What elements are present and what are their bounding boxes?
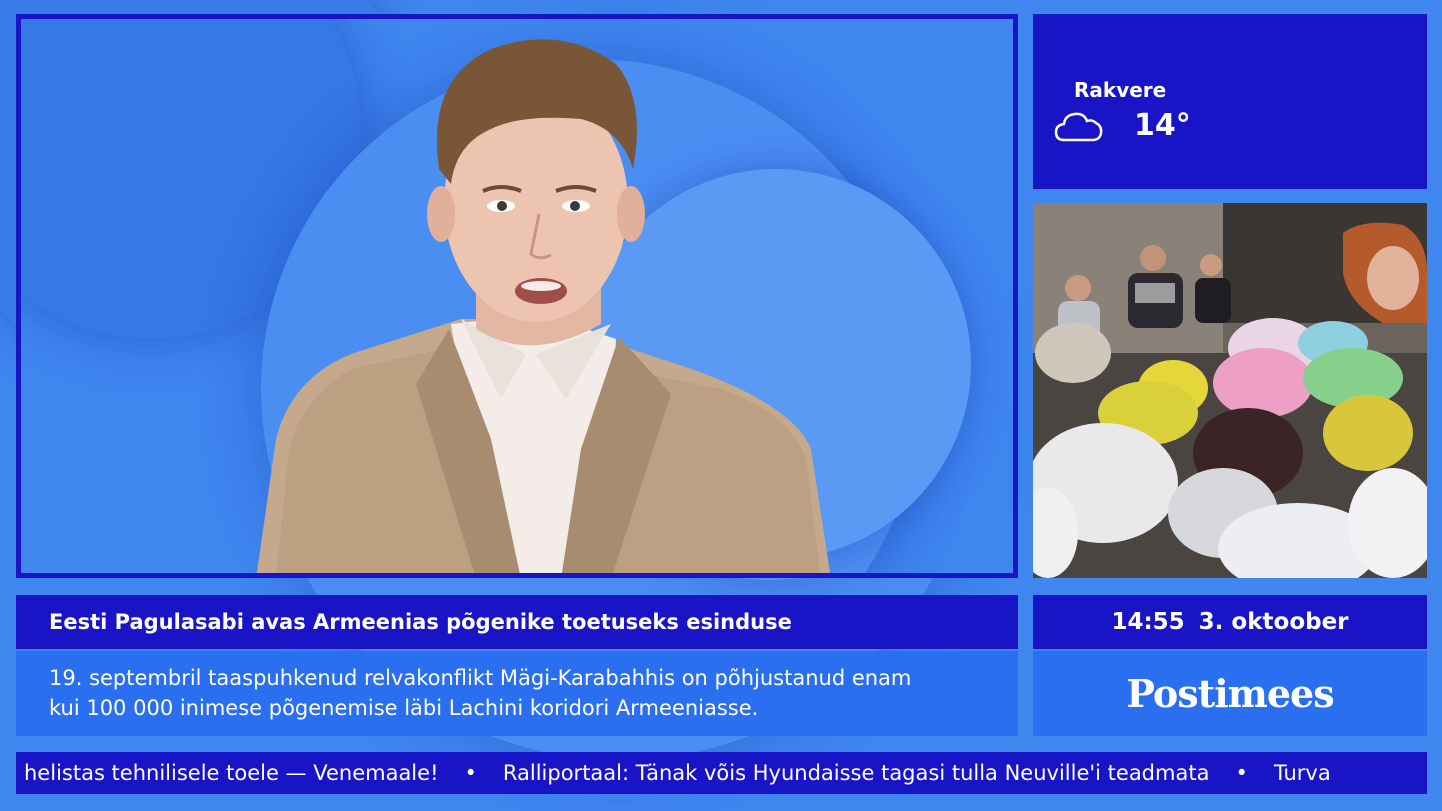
ticker-separator: • (464, 761, 477, 785)
ticker-item: Ralliportaal: Tänak võis Hyundaisse taga… (502, 761, 1210, 785)
cloud-icon (1054, 112, 1103, 142)
postimees-logo: Postimees (1033, 651, 1427, 736)
news-ticker: helistas tehnilisele toele — Venemaale! •… (16, 752, 1427, 794)
clock-time: 14:55 (1111, 609, 1185, 635)
main-video-frame (16, 14, 1018, 578)
ticker-track: helistas tehnilisele toele — Venemaale! •… (24, 752, 1331, 794)
weather-panel: Rakvere 14° (1033, 14, 1427, 189)
news-photo (1033, 203, 1427, 578)
news-summary: 19. septembril taaspuhkenud relvakonflik… (16, 651, 1018, 736)
ticker-item: Turva (1273, 761, 1331, 785)
weather-city: Rakvere (1074, 78, 1167, 102)
news-headline: Eesti Pagulasabi avas Armeenias põgenike… (16, 595, 1018, 649)
summary-line: 19. septembril taaspuhkenud relvakonflik… (49, 666, 912, 690)
ticker-separator: • (1235, 761, 1248, 785)
weather-temperature: 14° (1134, 108, 1191, 143)
refugees-photo-image (1033, 203, 1427, 578)
summary-line: kui 100 000 inimese põgenemise läbi Lach… (49, 696, 759, 720)
clock-date: 3. oktoober (1198, 609, 1349, 635)
clock-panel: 14:55 3. oktoober (1033, 595, 1427, 649)
ticker-item: helistas tehnilisele toele — Venemaale! (24, 761, 439, 785)
news-anchor-image (256, 39, 831, 573)
